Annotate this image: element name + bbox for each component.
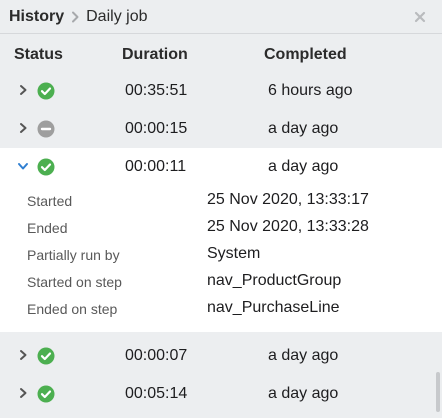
column-header-duration[interactable]: Duration xyxy=(122,46,188,64)
table-row-expanded[interactable]: 00:00:11 a day ago xyxy=(0,148,442,186)
table-row[interactable]: 00:35:51 6 hours ago xyxy=(0,72,442,110)
close-icon[interactable] xyxy=(412,9,428,25)
check-circle-icon xyxy=(37,158,55,176)
breadcrumb-root[interactable]: History xyxy=(9,8,64,26)
scrollbar[interactable] xyxy=(436,372,440,412)
chevron-right-icon xyxy=(70,11,80,23)
detail-value: nav_ProductGroup xyxy=(207,272,342,289)
table-header: Status Duration Completed xyxy=(0,34,442,74)
detail-row-started-on-step: Started on step nav_ProductGroup xyxy=(0,270,442,297)
completed-cell: a day ago xyxy=(268,347,339,364)
check-circle-icon xyxy=(37,347,55,365)
duration-cell: 00:35:51 xyxy=(125,82,188,99)
breadcrumb-current: Daily job xyxy=(86,7,148,25)
detail-label: Started xyxy=(27,193,73,209)
chevron-right-icon[interactable] xyxy=(16,386,30,400)
run-details-panel: Started 25 Nov 2020, 13:33:17 Ended 25 N… xyxy=(0,186,442,332)
chevron-right-icon[interactable] xyxy=(16,348,30,362)
detail-row-ended-on-step: Ended on step nav_PurchaseLine xyxy=(0,297,442,324)
chevron-right-icon[interactable] xyxy=(16,121,30,135)
detail-row-ended: Ended 25 Nov 2020, 13:33:28 xyxy=(0,216,442,243)
detail-value: System xyxy=(207,245,261,262)
detail-value: 25 Nov 2020, 13:33:17 xyxy=(207,191,369,208)
minus-circle-icon xyxy=(37,120,55,138)
detail-label: Started on step xyxy=(27,274,122,290)
detail-row-partially-run-by: Partially run by System xyxy=(0,243,442,270)
duration-cell: 00:00:15 xyxy=(125,120,188,137)
detail-label: Ended xyxy=(27,220,68,236)
completed-cell: a day ago xyxy=(268,120,339,137)
chevron-down-icon[interactable] xyxy=(16,159,30,173)
column-header-status[interactable]: Status xyxy=(14,46,63,64)
detail-label: Ended on step xyxy=(27,301,118,317)
completed-cell: a day ago xyxy=(268,385,339,402)
completed-cell: 6 hours ago xyxy=(268,82,353,99)
breadcrumb-bar: History Daily job xyxy=(0,0,442,34)
duration-cell: 00:00:07 xyxy=(125,347,188,364)
check-circle-icon xyxy=(37,82,55,100)
column-header-completed[interactable]: Completed xyxy=(264,46,347,64)
table-row[interactable]: 00:00:15 a day ago xyxy=(0,110,442,148)
chevron-right-icon[interactable] xyxy=(16,83,30,97)
detail-value: nav_PurchaseLine xyxy=(207,299,340,316)
check-circle-icon xyxy=(37,385,55,403)
detail-row-started: Started 25 Nov 2020, 13:33:17 xyxy=(0,189,442,216)
duration-cell: 00:05:14 xyxy=(125,385,188,402)
duration-cell: 00:00:11 xyxy=(125,158,187,175)
detail-label: Partially run by xyxy=(27,247,120,263)
detail-value: 25 Nov 2020, 13:33:28 xyxy=(207,218,369,235)
table-row[interactable]: 00:00:07 a day ago xyxy=(0,337,442,375)
table-row[interactable]: 00:05:14 a day ago xyxy=(0,375,442,413)
completed-cell: a day ago xyxy=(268,158,339,175)
